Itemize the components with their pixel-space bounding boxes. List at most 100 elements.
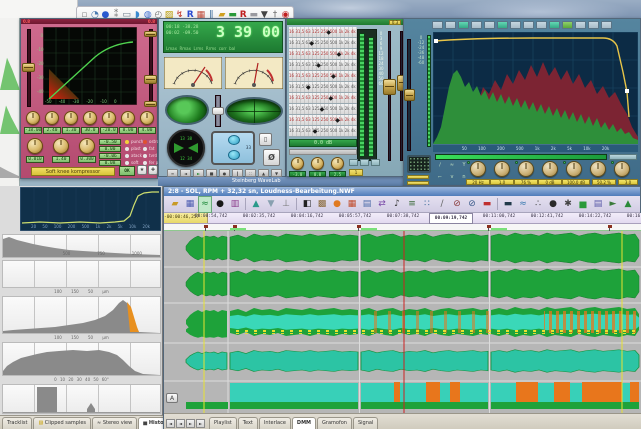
band-row[interactable]: 16 31,5 63 125 250 500 1k 2k 4k 8k 16k◆ (289, 93, 357, 104)
sp-knob-5[interactable] (566, 161, 582, 177)
pencil-icon[interactable]: ∕ (435, 197, 449, 212)
shape-lowcut-icon[interactable]: ∕ (434, 161, 446, 173)
transport-record-button[interactable]: ● (219, 169, 230, 177)
compressor-titlebar[interactable] (21, 19, 157, 24)
transport-play-button[interactable]: ► (193, 169, 204, 177)
preset-star-button[interactable]: ★ (137, 165, 147, 175)
tab-tracklist[interactable]: Tracklist (2, 417, 32, 429)
sp-knob-4[interactable] (542, 161, 558, 177)
marker-icon[interactable]: ⊥ (279, 197, 293, 212)
balance-slider-handle[interactable] (212, 107, 224, 115)
mb-button-b[interactable] (360, 159, 369, 166)
shape-shelf-icon[interactable]: ⌐ (434, 173, 446, 185)
tab-gramofon[interactable]: Gramofon (317, 417, 352, 429)
spectrum-toolbar-button[interactable] (432, 21, 443, 29)
loop-wave-icon[interactable]: ≈ (198, 196, 212, 213)
spectrum-toolbar-button[interactable] (510, 21, 521, 29)
band-row[interactable]: 16 31,5 63 125 250 500 1k 2k 4k 8k 16k◆ (289, 115, 357, 126)
sp-knob-2[interactable] (494, 161, 510, 177)
track-marker-icon[interactable] (608, 225, 612, 228)
band-marker-icon[interactable]: ◆ (313, 128, 318, 135)
option-atack[interactable]: atack (125, 153, 142, 158)
note-icon[interactable]: ♪ (390, 197, 404, 212)
tab-signal[interactable]: Signal (353, 417, 378, 429)
transport-down-button[interactable]: ▼ (271, 169, 282, 177)
tree-icon[interactable]: ▲ (621, 197, 635, 212)
node-icon[interactable]: ∴ (531, 197, 545, 212)
mix-knob[interactable] (140, 111, 154, 125)
sp-knob-1[interactable] (470, 161, 486, 177)
spectrum-toolbar-button[interactable] (575, 21, 586, 29)
option-punch[interactable]: punch (125, 139, 143, 144)
mb-knob-mid[interactable] (311, 157, 324, 170)
next-page-icon[interactable]: ► (186, 419, 195, 428)
spectrum-toolbar-button[interactable] (458, 21, 469, 29)
orange-ball-icon[interactable]: ● (330, 197, 344, 212)
output-fader-cap-bottom[interactable] (144, 101, 157, 107)
master-fader-track[interactable] (388, 31, 391, 161)
hold-knob[interactable] (53, 138, 69, 154)
output-fader-handle[interactable] (144, 75, 157, 84)
ratio-knob[interactable] (45, 111, 59, 125)
editor-titlebar[interactable]: 2:8 - SOL, RPM + 32,32 sn, Loudness-Bear… (164, 187, 640, 196)
makeup-knob[interactable] (121, 111, 135, 125)
spectrum-toolbar-button[interactable] (536, 21, 547, 29)
tab-dmm[interactable]: DMM (292, 417, 316, 429)
ruler-time-selected[interactable]: 00:09:19,742 (429, 213, 473, 224)
gear-icon[interactable]: ✱ (561, 197, 575, 212)
sp-knob-7[interactable] (614, 161, 630, 177)
tab-text[interactable]: Text (238, 417, 258, 429)
master-fader-handle[interactable] (383, 79, 396, 95)
transport-pause-button[interactable]: ‖ (232, 169, 243, 177)
transport-loop-button[interactable]: ∷ (245, 169, 256, 177)
mb-button-c[interactable] (371, 159, 380, 166)
spectrum-toolbar-button[interactable] (562, 21, 573, 29)
ok-button[interactable]: OK (119, 166, 135, 176)
release-knob[interactable] (102, 111, 116, 125)
lookahead-knob[interactable] (27, 138, 43, 154)
mute-icon[interactable]: ⊘ (450, 197, 464, 212)
band-row[interactable]: 16 31,5 63 125 250 500 1k 2k 4k 8k 16k◆ (289, 71, 357, 82)
band-marker-icon[interactable]: ◆ (331, 73, 336, 80)
band-select-box[interactable]: 1 (349, 169, 363, 176)
spectrum-toolbar-button[interactable] (497, 21, 508, 29)
spectrum-toolbar-button[interactable] (471, 21, 482, 29)
tab-clipped-samples[interactable]: ▨ Clipped samples (33, 417, 91, 429)
mb-knob-low[interactable] (291, 157, 304, 170)
swap-icon[interactable]: ⇄ (375, 197, 389, 212)
timeline-ruler[interactable]: -00:00:46,257 00:00:54,742 00:02:35,742 … (164, 213, 641, 224)
save-icon[interactable]: ▦ (183, 197, 197, 212)
output-fader-cap-top[interactable] (144, 31, 157, 37)
transport-up-button[interactable]: ▲ (258, 169, 269, 177)
log-button[interactable]: ▯ (259, 133, 272, 146)
contrast-icon[interactable]: ◧ (300, 197, 314, 212)
open-folder-icon[interactable]: ▰ (168, 197, 182, 212)
band-row[interactable]: 16 31,5 63 125 250 500 1k 2k 4k 8k 16k◆ (289, 126, 357, 137)
band-marker-icon[interactable]: ◆ (316, 62, 321, 69)
spectrum-mini-value-1[interactable] (407, 175, 429, 179)
transport-stop-button[interactable]: ■ (206, 169, 217, 177)
chart-icon[interactable]: ▅ (576, 197, 590, 212)
band-marker-icon[interactable]: ◆ (306, 84, 311, 91)
band-marker-icon[interactable]: ◆ (320, 106, 325, 113)
preset-add-button[interactable]: ✚ (148, 165, 158, 175)
sp-knob-3[interactable] (518, 161, 534, 177)
preset-name-bar[interactable]: Soft knee kompressor (31, 167, 115, 176)
track-label-box[interactable]: A (166, 393, 178, 403)
shape-notch-icon[interactable]: v (446, 173, 458, 185)
marker-strip[interactable] (164, 224, 641, 231)
spectrum-toolbar-button[interactable] (445, 21, 456, 29)
tab-histogram[interactable]: ▅ Histogram (138, 417, 163, 429)
export-up-icon[interactable]: ▲ (249, 197, 263, 212)
compressor-curve-graph[interactable] (43, 27, 137, 105)
monitor-icon[interactable]: ▬ (501, 197, 515, 212)
track-marker-icon[interactable] (204, 225, 208, 228)
spectrum-toolbar-button[interactable] (588, 21, 599, 29)
dash-icon[interactable]: ▬ (480, 197, 494, 212)
spectrum-gain-fader-handle[interactable] (404, 89, 415, 101)
tab-stereo-view[interactable]: ≈ Stereo view (92, 417, 137, 429)
last-page-icon[interactable]: ► (196, 419, 205, 428)
pages-icon[interactable]: ▤ (360, 197, 374, 212)
output-fader-track[interactable] (149, 29, 153, 107)
waveform-tracks[interactable] (164, 231, 641, 413)
